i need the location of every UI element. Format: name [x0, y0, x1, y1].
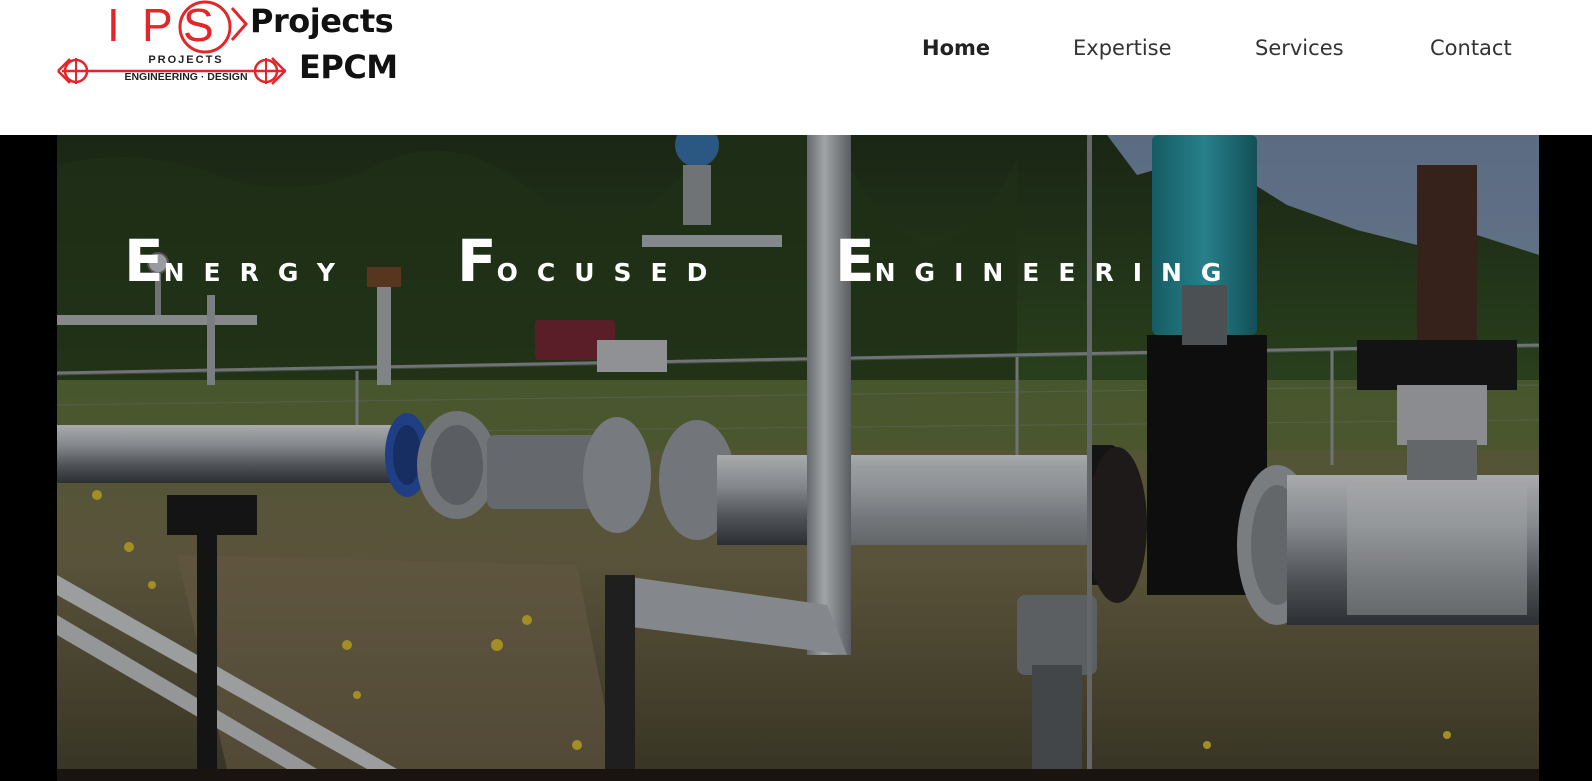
nav-home-link[interactable]: Home — [922, 30, 990, 66]
tagline-cap-e: E — [124, 227, 164, 295]
nav-services-link[interactable]: Services — [1255, 30, 1344, 66]
logo-subtitle-engineering-design: ENGINEERING · DESIGN — [124, 71, 248, 83]
nav-expertise-link[interactable]: Expertise — [1073, 30, 1172, 66]
tagline-cap-e2: E — [835, 227, 875, 295]
tagline-rest-nergy: nergy — [163, 258, 354, 287]
tagline-word-engineering: Engineering — [835, 226, 1240, 296]
tagline-rest-ngineering: ngineering — [874, 258, 1241, 287]
site-header: I P S PROJECTS ENGINEERING · DESIGN Proj… — [0, 0, 1592, 135]
hero-bottom-strip — [57, 769, 1539, 781]
main-navigation: Home Expertise Services Contact — [0, 30, 1592, 66]
tagline-word-focused: Focused — [457, 226, 726, 296]
hero-tagline: Energy Focused Engineering — [124, 226, 1464, 296]
tagline-word-energy: Energy — [124, 226, 354, 296]
tagline-cap-f: F — [457, 227, 497, 295]
tagline-rest-ocused: ocused — [496, 258, 727, 287]
nav-contact-link[interactable]: Contact — [1430, 30, 1512, 66]
